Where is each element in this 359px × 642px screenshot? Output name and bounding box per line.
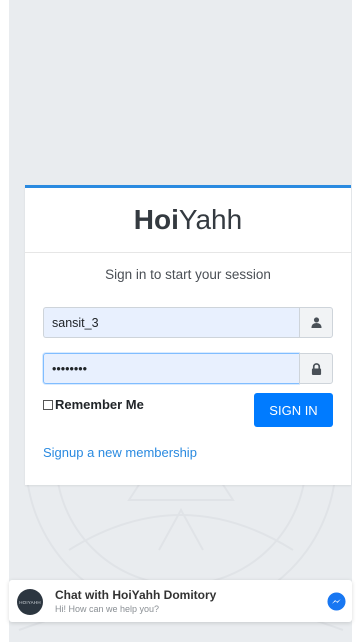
login-card: Hoi Yahh Sign in to start your session s… xyxy=(25,185,351,485)
signup-link[interactable]: Signup a new membership xyxy=(43,445,197,460)
lock-icon xyxy=(299,353,333,384)
screen: Hoi Yahh Sign in to start your session s… xyxy=(0,0,359,642)
chat-title: Chat with HoiYahh Domitory xyxy=(55,588,217,602)
login-form: Sign in to start your session sansit_3 •… xyxy=(25,265,351,460)
checkbox-box[interactable] xyxy=(43,399,53,410)
brand-light: Yahh xyxy=(178,204,243,235)
login-subtitle: Sign in to start your session xyxy=(105,267,271,282)
chat-avatar: HOIYAHH xyxy=(17,589,43,615)
chat-widget[interactable]: HOIYAHH Chat with HoiYahh Domitory Hi! H… xyxy=(9,580,352,622)
sign-in-button[interactable]: SIGN IN xyxy=(254,393,333,427)
username-group xyxy=(43,307,333,338)
password-group xyxy=(43,353,333,384)
username-input[interactable] xyxy=(43,307,299,338)
user-icon xyxy=(299,307,333,338)
remember-me-checkbox[interactable]: Remember Me xyxy=(43,397,144,412)
chat-subtitle: Hi! How can we help you? xyxy=(55,604,160,614)
password-input[interactable] xyxy=(43,353,299,384)
brand-bold: Hoi xyxy=(133,204,179,235)
brand-logo: Hoi Yahh xyxy=(25,188,351,253)
page-background: Hoi Yahh Sign in to start your session s… xyxy=(9,0,352,642)
messenger-icon[interactable] xyxy=(327,592,346,611)
remember-me-label: Remember Me xyxy=(55,397,144,412)
